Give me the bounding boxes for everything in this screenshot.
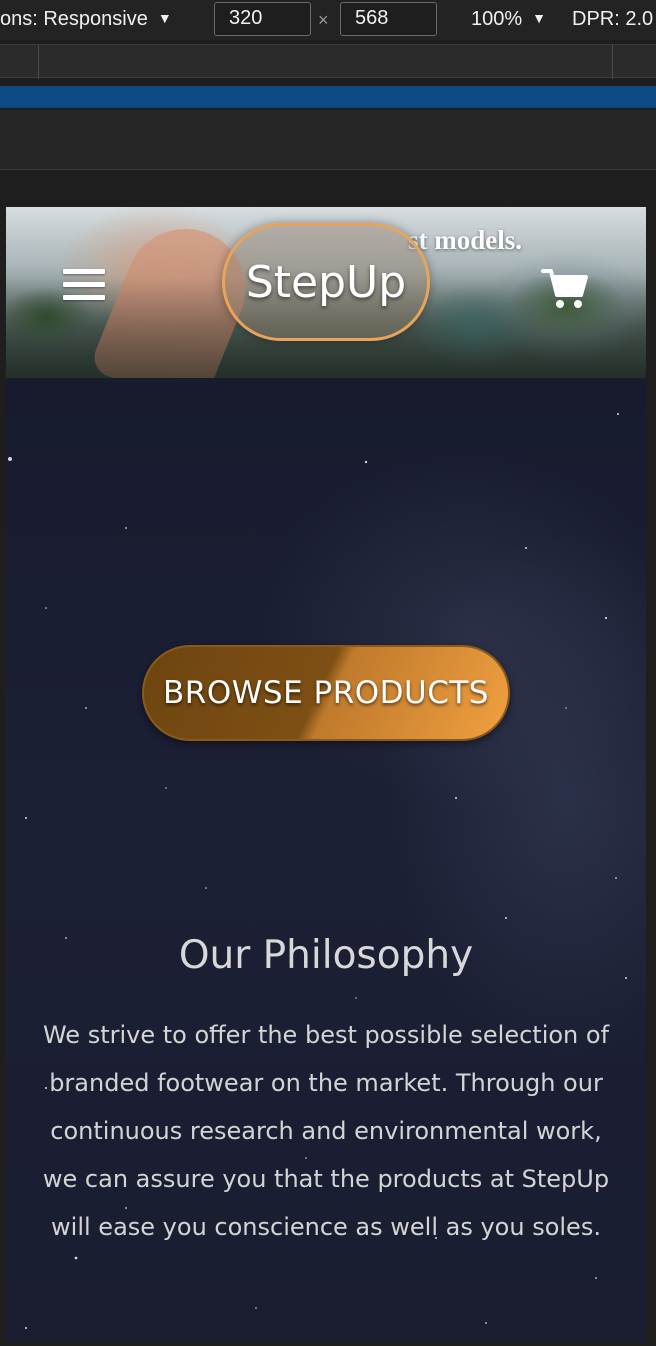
- shopping-cart-icon[interactable]: [541, 267, 589, 311]
- site-logo[interactable]: StepUp: [222, 223, 430, 341]
- zoom-select[interactable]: 100% ▼: [471, 8, 546, 31]
- logo-text: StepUp: [245, 256, 407, 308]
- dpr-select[interactable]: DPR: 2.0: [572, 8, 653, 31]
- ruler-divider: [38, 45, 39, 79]
- ruler-band: [0, 110, 656, 170]
- dimensions-select[interactable]: ons: Responsive ▼: [0, 8, 172, 31]
- philosophy-body: We strive to offer the best possible sel…: [42, 1021, 610, 1241]
- hamburger-menu-icon[interactable]: [63, 269, 105, 305]
- dropdown-caret-icon: ▼: [532, 10, 547, 26]
- philosophy-title: Our Philosophy: [178, 933, 474, 978]
- hero-header: st models. StepUp: [6, 207, 646, 414]
- dimensions-label: ons: Responsive: [0, 8, 148, 30]
- dimension-separator: ×: [318, 10, 329, 30]
- media-query-bar[interactable]: [0, 44, 656, 79]
- cart-glyph: [541, 269, 588, 308]
- philosophy-section: BROWSE PRODUCTS Our Philosophy We strive…: [6, 378, 646, 1342]
- menu-line: [63, 295, 105, 300]
- browse-products-button[interactable]: BROWSE PRODUCTS: [142, 645, 510, 741]
- menu-line: [63, 269, 105, 274]
- media-query-range-bar[interactable]: [0, 86, 656, 108]
- zoom-label: 100%: [471, 8, 523, 30]
- dropdown-caret-icon: ▼: [157, 10, 172, 26]
- menu-line: [63, 282, 105, 287]
- device-toolbar: ons: Responsive ▼ 320 × 568 100% ▼ DPR: 2.…: [0, 0, 656, 40]
- emulated-viewport: st models. StepUp BROWSE PRODUCTS Our Ph…: [6, 207, 646, 1342]
- viewport-width-input[interactable]: 320: [214, 2, 311, 36]
- ruler-divider: [612, 45, 613, 79]
- viewport-height-input[interactable]: 568: [340, 2, 437, 36]
- hero-tagline: st models.: [408, 225, 522, 255]
- browse-products-label: BROWSE PRODUCTS: [163, 675, 489, 711]
